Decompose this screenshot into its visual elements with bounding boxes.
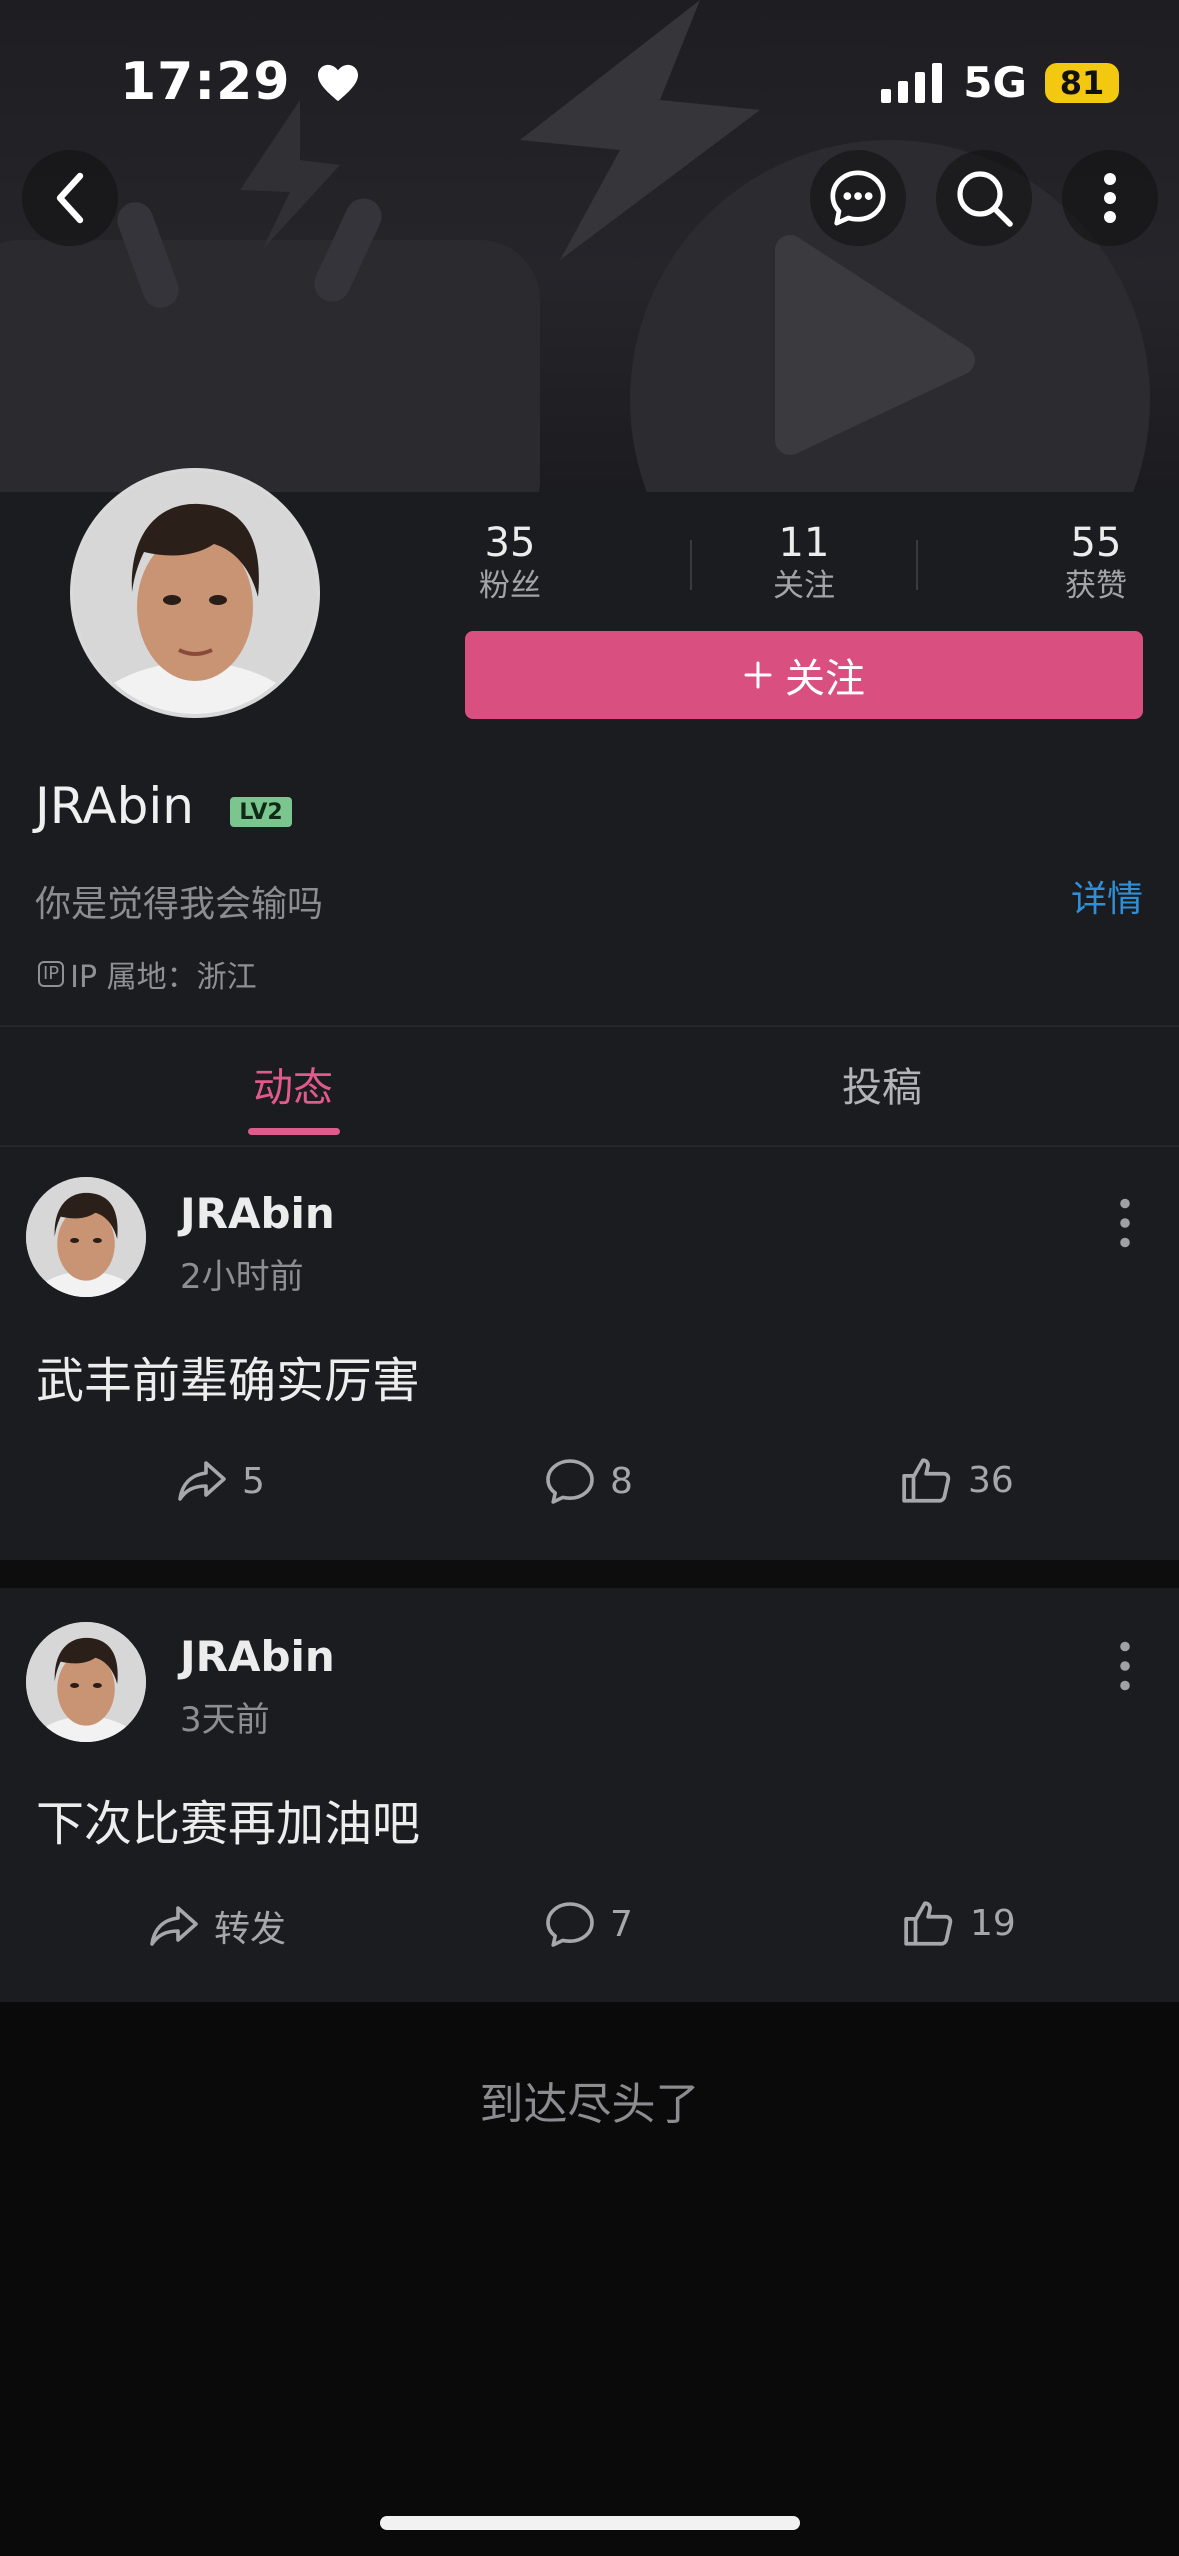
level-badge: LV2 (230, 797, 292, 827)
follow-button[interactable]: 关注 (465, 631, 1143, 719)
tab-dynamics[interactable]: 动态 (253, 1055, 333, 1113)
stat-divider (916, 540, 918, 590)
plus-icon (744, 661, 772, 689)
heart-icon (317, 64, 358, 102)
stat-fans[interactable]: 35 粉丝 (470, 520, 550, 606)
share-icon (178, 1461, 226, 1501)
like-count: 19 (970, 1902, 1016, 1944)
post-separator (0, 1560, 1179, 1588)
comment-count: 7 (610, 1903, 633, 1945)
profile-header: 35 粉丝 11 关注 55 获赞 关注 JRAbin LV2 你是觉得我会输吗… (0, 468, 1179, 1025)
ip-location-text: IP 属地：浙江 (70, 960, 257, 995)
comment-icon (546, 1902, 594, 1947)
feed-post[interactable]: JRAbin 3天前 下次比赛再加油吧 转发 7 19 (0, 1588, 1179, 2002)
profile-username: JRAbin (35, 777, 194, 835)
stat-label: 关注 (773, 568, 835, 604)
message-button[interactable] (810, 150, 906, 246)
post-text: 下次比赛再加油吧 (36, 1796, 421, 1852)
search-button[interactable] (936, 150, 1032, 246)
post-text: 武丰前辈确实厉害 (36, 1353, 421, 1409)
stat-divider (690, 540, 692, 590)
thumbs-up-icon (904, 1901, 953, 1946)
end-of-feed-text: 到达尽头了 (479, 2079, 700, 2130)
avatar-portrait (74, 472, 316, 714)
like-button[interactable]: 19 (902, 1898, 1016, 1948)
level-badge-text: LV2 (239, 799, 283, 825)
stat-label: 粉丝 (479, 568, 541, 604)
stat-likes[interactable]: 55 获赞 (1056, 520, 1136, 606)
stat-value: 55 (1070, 520, 1122, 566)
feed-post[interactable]: JRAbin 2小时前 武丰前辈确实厉害 5 8 36 (0, 1147, 1179, 1560)
comment-button[interactable]: 7 (544, 1900, 633, 1948)
tab-active-indicator (248, 1128, 340, 1135)
thumbs-up-icon (902, 1458, 951, 1503)
ip-location: IP IP 属地：浙江 (38, 952, 257, 996)
share-count: 5 (242, 1460, 265, 1502)
comment-button[interactable]: 8 (544, 1457, 633, 1505)
status-time: 17:29 (120, 52, 360, 112)
like-button[interactable]: 36 (900, 1455, 1014, 1505)
share-label: 转发 (214, 1909, 287, 1950)
like-count: 36 (968, 1459, 1014, 1501)
post-avatar[interactable] (26, 1177, 146, 1297)
tab-bar: 动态 投稿 (0, 1027, 1179, 1145)
home-indicator[interactable] (380, 2516, 800, 2530)
tab-submissions[interactable]: 投稿 (842, 1055, 922, 1113)
profile-banner: 17:29 5G 81 (0, 0, 1179, 492)
more-button[interactable] (1062, 150, 1158, 246)
back-button[interactable] (22, 150, 118, 246)
comment-icon (546, 1459, 594, 1504)
post-more-button[interactable] (1119, 1640, 1131, 1696)
network-label: 5G (963, 58, 1027, 107)
post-more-button[interactable] (1119, 1197, 1131, 1253)
signal-icon (881, 62, 943, 103)
battery-level: 81 (1059, 63, 1105, 102)
follow-button-label: 关注 (785, 656, 865, 702)
ip-icon: IP (38, 961, 65, 987)
post-author[interactable]: JRAbin (180, 1189, 335, 1238)
search-icon (957, 171, 1013, 227)
post-author[interactable]: JRAbin (180, 1632, 335, 1681)
post-time: 2小时前 (180, 1257, 304, 1297)
share-icon (150, 1906, 198, 1946)
detail-link[interactable]: 详情 (1071, 870, 1143, 922)
profile-bio: 你是觉得我会输吗 (35, 884, 324, 925)
comment-count: 8 (610, 1460, 633, 1502)
more-vertical-icon (1120, 1641, 1130, 1691)
avatar-portrait (26, 1622, 146, 1742)
avatar-portrait (26, 1177, 146, 1297)
avatar[interactable] (70, 468, 320, 718)
chat-bubble-icon (830, 170, 886, 226)
more-vertical-icon (1120, 1198, 1130, 1248)
more-vertical-icon (1104, 173, 1116, 223)
stat-label: 获赞 (1065, 568, 1127, 604)
battery-indicator: 81 (1045, 62, 1119, 103)
status-indicators: 5G 81 (881, 58, 1119, 107)
share-button[interactable]: 转发 (148, 1900, 286, 1952)
post-avatar[interactable] (26, 1622, 146, 1742)
stat-value: 35 (484, 520, 536, 566)
stat-value: 11 (778, 520, 830, 566)
share-button[interactable]: 5 (176, 1457, 265, 1505)
chevron-left-icon (56, 172, 84, 224)
stat-following[interactable]: 11 关注 (764, 520, 844, 606)
post-time: 3天前 (180, 1700, 270, 1740)
status-time-text: 17:29 (120, 52, 291, 112)
